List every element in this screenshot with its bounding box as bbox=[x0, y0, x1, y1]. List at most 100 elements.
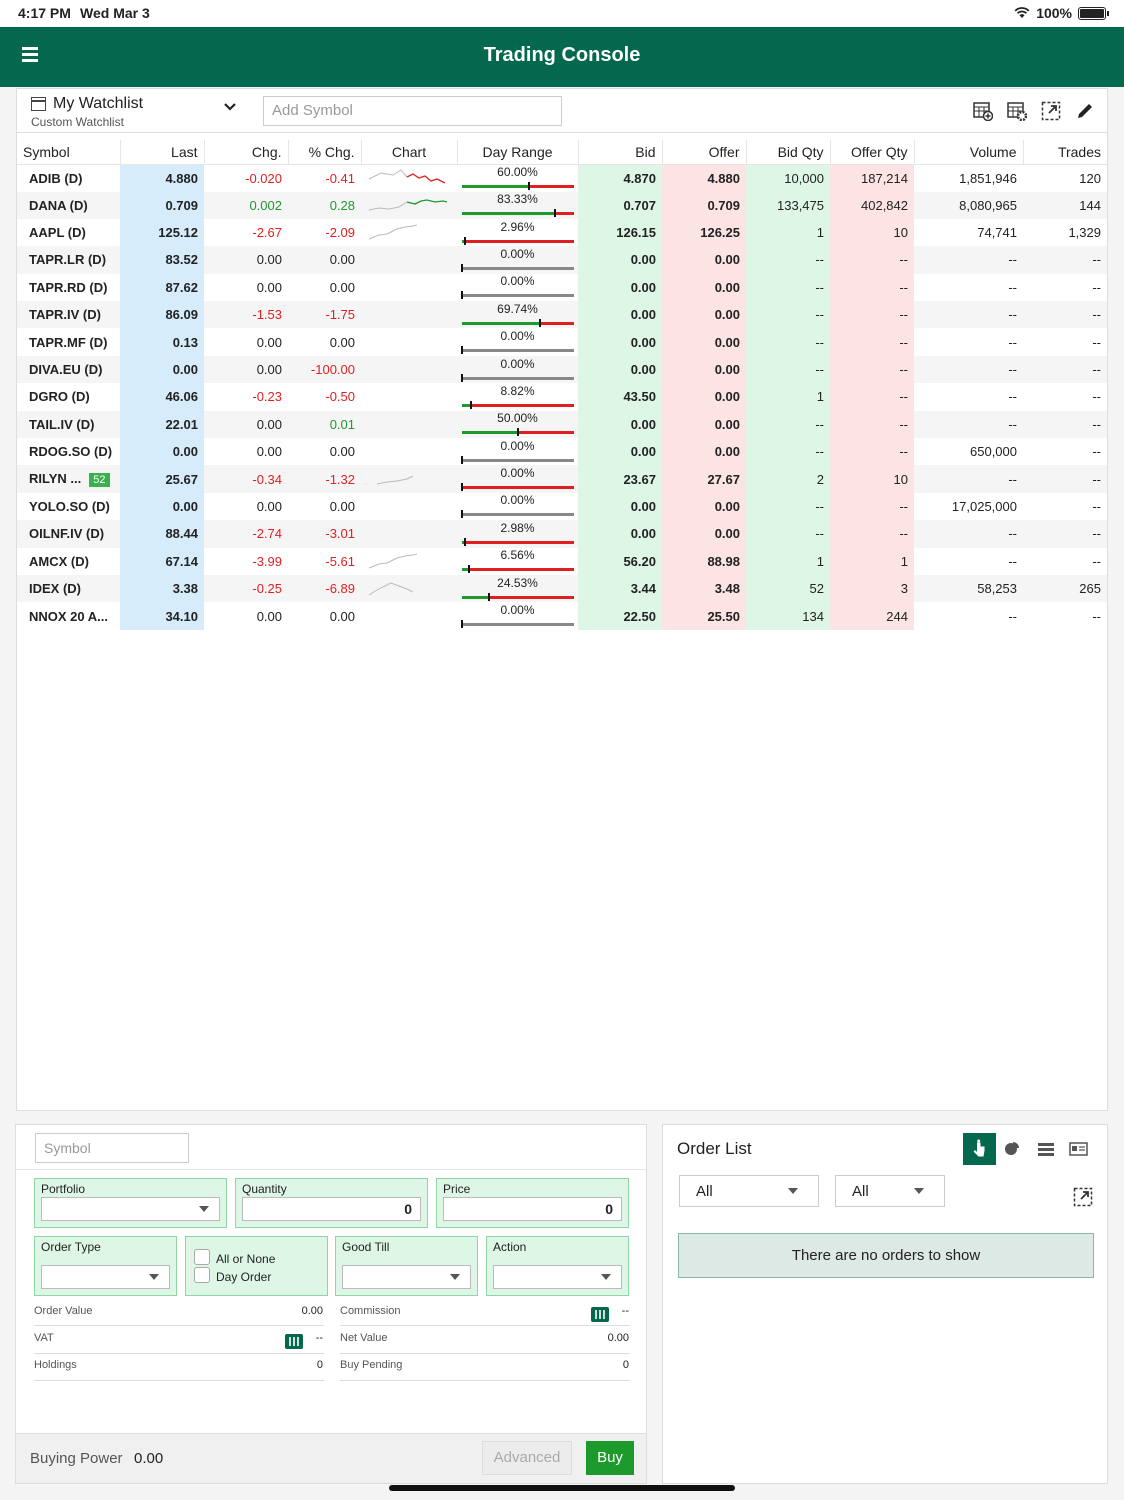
order-filter-select-2[interactable]: All bbox=[835, 1175, 945, 1207]
cell-volume: -- bbox=[914, 355, 1023, 384]
cell-symbol[interactable]: OILNF.IV (D) bbox=[17, 520, 120, 548]
table-row[interactable]: DANA (D) 0.709 0.002 0.28 83.33% 0.707 0.709 13… bbox=[17, 191, 1107, 219]
col-chg[interactable]: Chg. bbox=[204, 140, 289, 165]
action-select[interactable] bbox=[493, 1265, 622, 1289]
cell-chart bbox=[361, 410, 457, 439]
cell-symbol[interactable]: TAPR.RD (D) bbox=[17, 274, 120, 301]
table-row[interactable]: TAPR.MF (D) 0.13 0.00 0.00 0.00% 0.00 0.00 -- --… bbox=[17, 328, 1107, 356]
cell-offer-qty: -- bbox=[830, 355, 914, 384]
cell-offer-qty: -- bbox=[830, 520, 914, 548]
table-header-row: Symbol Last Chg. % Chg. Chart Day Range … bbox=[17, 140, 1107, 165]
day-range-bar: 0.00% bbox=[460, 357, 574, 383]
table-row[interactable]: IDEX (D) 3.38 -0.25 -6.89 24.53% 3.44 3.48 52 3 5… bbox=[17, 574, 1107, 603]
watchlist-icon bbox=[31, 97, 46, 111]
cell-pchg: -6.89 bbox=[288, 574, 361, 603]
cell-symbol[interactable]: TAPR.IV (D) bbox=[17, 301, 120, 329]
advanced-button[interactable]: Advanced bbox=[482, 1441, 572, 1475]
cell-chart bbox=[361, 246, 457, 274]
cell-symbol[interactable]: AAPL (D) bbox=[17, 219, 120, 246]
portfolio-select[interactable] bbox=[41, 1197, 220, 1221]
card-view-icon[interactable] bbox=[1062, 1133, 1095, 1165]
col-offer-qty[interactable]: Offer Qty bbox=[830, 140, 915, 165]
table-row[interactable]: DGRO (D) 46.06 -0.23 -0.50 8.82% 43.50 0.00 1 --… bbox=[17, 383, 1107, 411]
order-filter-select-1[interactable]: All bbox=[679, 1175, 819, 1207]
cell-symbol[interactable]: RILYN ... 52 bbox=[17, 465, 120, 493]
col-symbol[interactable]: Symbol bbox=[17, 140, 121, 165]
cell-symbol[interactable]: ADIB (D) bbox=[17, 164, 120, 192]
expand-icon[interactable] bbox=[1073, 1187, 1093, 1207]
cell-offer: 0.00 bbox=[662, 273, 746, 302]
divider bbox=[16, 1169, 646, 1170]
cell-symbol[interactable]: TAPR.LR (D) bbox=[17, 246, 120, 274]
table-row[interactable]: ADIB (D) 4.880 -0.020 -0.41 60.00% 4.870 4.880… bbox=[17, 164, 1107, 192]
cell-offer: 4.880 bbox=[662, 164, 746, 192]
cell-day-range: 0.00% bbox=[457, 493, 578, 520]
cell-symbol[interactable]: AMCX (D) bbox=[17, 548, 120, 575]
add-symbol-input[interactable]: Add Symbol bbox=[263, 96, 562, 126]
table-row[interactable]: TAPR.RD (D) 87.62 0.00 0.00 0.00% 0.00 0.00 -- -… bbox=[17, 273, 1107, 302]
col-last[interactable]: Last bbox=[120, 140, 205, 165]
cell-symbol[interactable]: TAIL.IV (D) bbox=[17, 410, 120, 439]
chevron-down-icon bbox=[199, 1206, 209, 1212]
cell-symbol[interactable]: DIVA.EU (D) bbox=[17, 355, 120, 384]
order-entry-panel: Symbol Portfolio Quantity 0 Price 0 Orde… bbox=[15, 1124, 647, 1484]
cell-volume: -- bbox=[914, 301, 1023, 329]
expand-icon[interactable] bbox=[1041, 101, 1061, 121]
cell-symbol[interactable]: RDOG.SO (D) bbox=[17, 438, 120, 465]
cell-symbol[interactable]: DANA (D) bbox=[17, 191, 120, 219]
day-range-bar: 83.33% bbox=[461, 192, 574, 218]
table-row[interactable]: RDOG.SO (D) 0.00 0.00 0.00 0.00% 0.00 0.00 -- --… bbox=[17, 438, 1107, 466]
cell-last: 83.52 bbox=[120, 246, 204, 274]
watchlist-settings-icon[interactable] bbox=[1007, 101, 1028, 122]
day-range-bar: 69.74% bbox=[461, 302, 574, 328]
col-bid-qty[interactable]: Bid Qty bbox=[746, 140, 831, 165]
watchlist-dropdown-icon[interactable] bbox=[223, 99, 237, 115]
col-volume[interactable]: Volume bbox=[914, 140, 1024, 165]
pie-chart-icon[interactable] bbox=[996, 1133, 1029, 1165]
all-or-none-checkbox[interactable] bbox=[194, 1249, 210, 1265]
price-input[interactable]: 0 bbox=[443, 1197, 622, 1221]
edit-pencil-icon[interactable] bbox=[1075, 101, 1095, 121]
table-row[interactable]: TAPR.LR (D) 83.52 0.00 0.00 0.00% 0.00 0.00 -- -… bbox=[17, 246, 1107, 274]
cell-symbol[interactable]: TAPR.MF (D) bbox=[17, 328, 120, 355]
col-offer[interactable]: Offer bbox=[662, 140, 747, 165]
commission-calculator-icon[interactable] bbox=[591, 1307, 609, 1322]
day-order-checkbox[interactable] bbox=[194, 1267, 210, 1283]
table-row[interactable]: AAPL (D) 125.12 -2.67 -2.09 2.96% 126.15 126.2… bbox=[17, 218, 1107, 247]
cell-symbol[interactable]: DGRO (D) bbox=[17, 383, 120, 410]
order-symbol-input[interactable]: Symbol bbox=[35, 1133, 189, 1163]
vat-calculator-icon[interactable] bbox=[285, 1334, 303, 1349]
cell-trades: -- bbox=[1092, 608, 1101, 624]
table-row[interactable]: OILNF.IV (D) 88.44 -2.74 -3.01 2.98% 0.00 0.00… bbox=[17, 520, 1107, 548]
cell-bid: 0.00 bbox=[578, 273, 662, 302]
col-chart[interactable]: Chart bbox=[361, 140, 458, 165]
add-watchlist-icon[interactable] bbox=[973, 101, 994, 122]
cell-symbol[interactable]: YOLO.SO (D) bbox=[17, 493, 120, 520]
table-row[interactable]: NNOX 20 A... 34.10 0.00 0.00 0.00% 22.50 25.50… bbox=[17, 602, 1107, 630]
action-label: Action bbox=[493, 1240, 527, 1254]
table-row[interactable]: DIVA.EU (D) 0.00 0.00 -100.00 0.00% 0.00 0.00-… bbox=[17, 355, 1107, 384]
good-till-select[interactable] bbox=[342, 1265, 471, 1289]
list-view-icon[interactable] bbox=[1029, 1133, 1062, 1165]
table-row[interactable]: YOLO.SO (D) 0.00 0.00 0.00 0.00% 0.00 0.00 -- --… bbox=[17, 492, 1107, 521]
col-bid[interactable]: Bid bbox=[578, 140, 663, 165]
buy-button[interactable]: Buy bbox=[586, 1441, 634, 1475]
day-range-bar: 0.00% bbox=[460, 493, 574, 519]
watchlist-name[interactable]: My Watchlist bbox=[53, 95, 143, 113]
col-pchg[interactable]: % Chg. bbox=[288, 140, 362, 165]
table-row[interactable]: AMCX (D) 67.14 -3.99 -5.61 6.56% 56.20 88.98 1 1… bbox=[17, 547, 1107, 575]
col-trades[interactable]: Trades bbox=[1023, 140, 1107, 165]
table-row[interactable]: RILYN ... 52 25.67 -0.34 -1.32 0.00% 23.67 27.6… bbox=[17, 465, 1107, 493]
table-row[interactable]: TAPR.IV (D) 86.09 -1.53 -1.75 69.74% 0.00 0.00… bbox=[17, 301, 1107, 329]
order-type-select[interactable] bbox=[41, 1265, 170, 1289]
cell-offer-qty: -- bbox=[830, 273, 914, 302]
col-day-range[interactable]: Day Range bbox=[457, 140, 579, 165]
quantity-input[interactable]: 0 bbox=[242, 1197, 421, 1221]
table-row[interactable]: TAIL.IV (D) 22.01 0.00 0.01 50.00% 0.00 0.00 --… bbox=[17, 410, 1107, 439]
touch-hand-icon[interactable] bbox=[963, 1133, 996, 1165]
battery-percent: 100% bbox=[1036, 5, 1072, 21]
cell-bid: 126.15 bbox=[578, 218, 662, 247]
cell-symbol[interactable]: NNOX 20 A... bbox=[17, 602, 120, 629]
home-indicator[interactable] bbox=[389, 1485, 735, 1491]
cell-symbol[interactable]: IDEX (D) bbox=[17, 574, 120, 603]
